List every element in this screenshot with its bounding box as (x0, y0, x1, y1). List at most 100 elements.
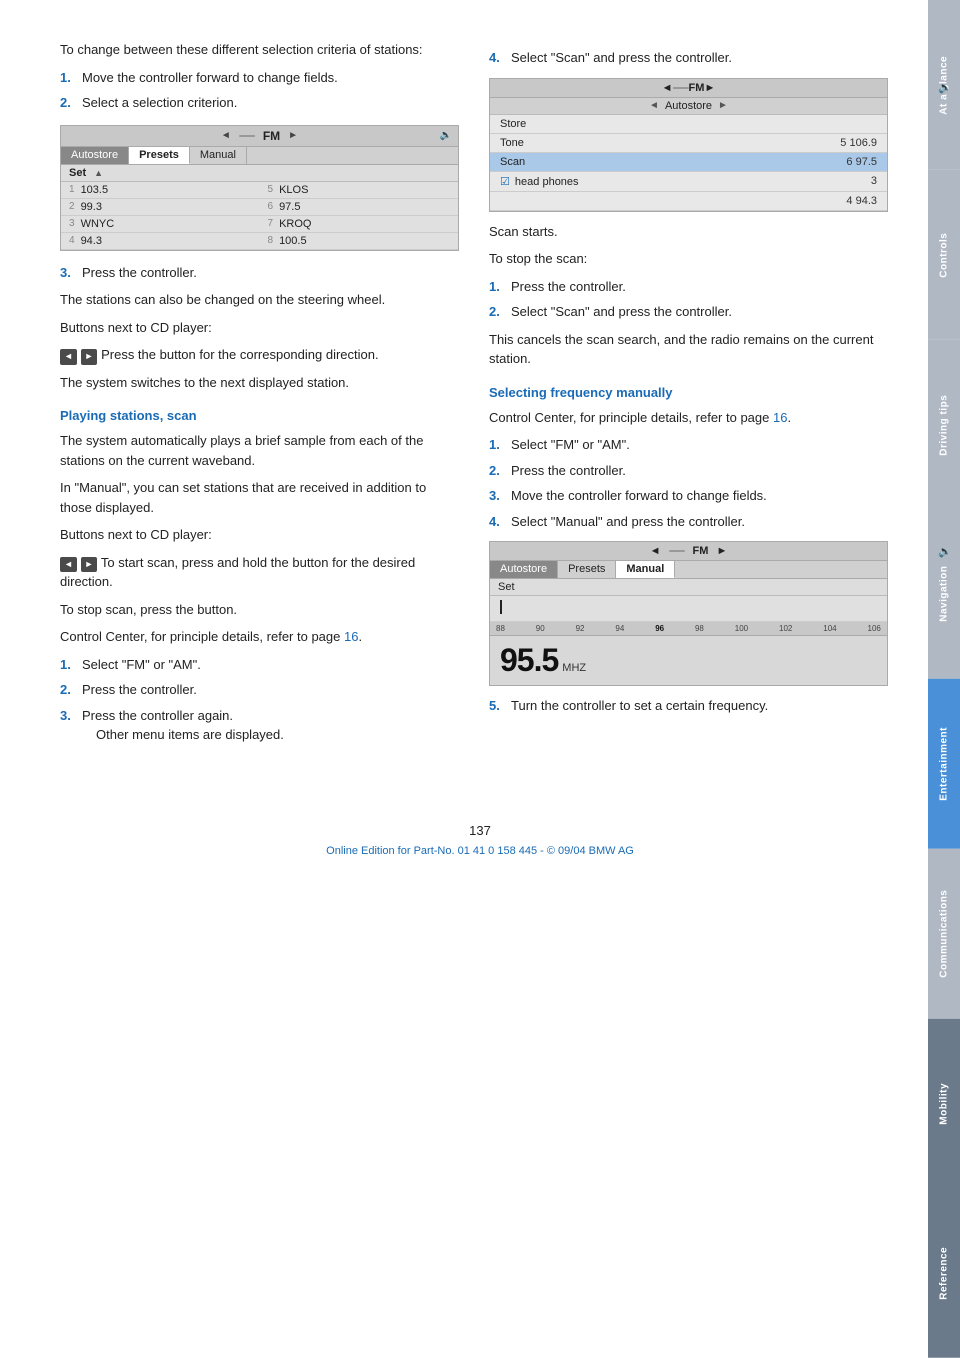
arrow-left-btn-icon: ◄ (60, 349, 77, 365)
manual-step-3-text: Move the controller forward to change fi… (511, 486, 888, 506)
manual-ui: ◄ FM ► 🔈 Autostore Presets Manual Set 88… (489, 541, 888, 686)
stop-step-2: 2. Select "Scan" and press the controlle… (489, 302, 888, 322)
tab-manual[interactable]: Manual (190, 147, 247, 164)
preset-8: 8 100.5 (260, 233, 459, 250)
sidebar-item-mobility[interactable]: Mobility (928, 1019, 960, 1189)
freq-90: 90 (536, 624, 545, 633)
manual-set-row: Set (490, 579, 887, 596)
sidebar-item-communications[interactable]: Communications (928, 849, 960, 1019)
radio-ui-presets: ◄ FM ► 🔈 Autostore Presets Manual Set ▲ … (60, 125, 459, 251)
manual-step-2: 2. Press the controller. (489, 461, 888, 481)
scan-step-1-text: Select "FM" or "AM". (82, 655, 459, 675)
manual-tab-autostore[interactable]: Autostore (490, 561, 558, 578)
preset-3-label: WNYC (81, 218, 115, 230)
manual-step-4-text: Select "Manual" and press the controller… (511, 512, 888, 532)
freq-104: 104 (823, 624, 836, 633)
sidebar-item-controls[interactable]: Controls (928, 170, 960, 340)
preset-5-num: 5 (268, 184, 274, 195)
page-ref-16-right[interactable]: 16 (773, 410, 787, 425)
manual-step-4: 4. Select "Manual" and press the control… (489, 512, 888, 532)
store-label: Store (500, 118, 526, 130)
right-step-4-group: 4. Select "Scan" and press the controlle… (489, 48, 888, 68)
step-1: 1. Move the controller forward to change… (60, 68, 459, 88)
scan-step-3-text: Press the controller again.Other menu it… (82, 706, 459, 745)
step-3-num: 3. (60, 263, 76, 283)
arrow-right-btn-icon: ► (81, 349, 98, 365)
sidebar-item-reference[interactable]: Reference (928, 1188, 960, 1358)
left-column: To change between these different select… (60, 40, 459, 753)
scan-control-center: Control Center, for principle details, r… (60, 627, 459, 647)
manual-intro: Control Center, for principle details, r… (489, 408, 888, 428)
header-band-indicator (239, 135, 255, 137)
manual-header-fm: FM (693, 545, 709, 557)
tab-presets[interactable]: Presets (129, 147, 190, 164)
tab-autostore[interactable]: Autostore (61, 147, 129, 164)
big-freq-unit: MHZ (562, 662, 586, 674)
last-value: 4 94.3 (846, 195, 877, 207)
stop-step-2-text: Select "Scan" and press the controller. (511, 302, 888, 322)
right-step-4: 4. Select "Scan" and press the controlle… (489, 48, 888, 68)
preset-2-label: 99.3 (81, 201, 102, 213)
scan-header-right-icon: ► (704, 82, 715, 94)
scan-menu-scan: Scan 6 97.5 (490, 153, 887, 172)
set-label: Set (69, 167, 86, 179)
section-heading-scan: Playing stations, scan (60, 408, 459, 423)
sidebar-item-entertainment[interactable]: Entertainment (928, 679, 960, 849)
sidebar-item-navigation[interactable]: Navigation (928, 509, 960, 679)
preset-5-label: KLOS (279, 184, 308, 196)
scan-right-btn-icon: ► (81, 557, 98, 573)
preset-1: 1 103.5 (61, 182, 260, 199)
scan-ui-header: ◄ FM ► 🔈 (490, 79, 887, 98)
step-3-group: 3. Press the controller. (60, 263, 459, 283)
preset-5: 5 KLOS (260, 182, 459, 199)
radio-tabs: Autostore Presets Manual (61, 147, 458, 165)
freq-98: 98 (695, 624, 704, 633)
check-icon: ☑ (500, 176, 510, 188)
intro-text: To change between these different select… (60, 40, 459, 60)
manual-step-3: 3. Move the controller forward to change… (489, 486, 888, 506)
manual-steps: 1. Select "FM" or "AM". 2. Press the con… (489, 435, 888, 531)
scan-buttons-label: Buttons next to CD player: (60, 525, 459, 545)
manual-input-row (490, 596, 887, 622)
header-arrow-right-icon: ► (288, 130, 298, 141)
freq-scale-row: 88 90 92 94 96 98 100 102 104 106 (490, 622, 887, 636)
autostore-left-icon: ◄ (649, 100, 659, 111)
steps-1-2: 1. Move the controller forward to change… (60, 68, 459, 113)
stop-step-1-num: 1. (489, 277, 505, 297)
preset-1-num: 1 (69, 184, 75, 195)
scan-left-btn-icon: ◄ (60, 557, 77, 573)
header-fm-label: FM (263, 129, 280, 143)
scan-header-band (673, 87, 689, 89)
manual-header-left-icon: ◄ (650, 545, 661, 557)
step-3: 3. Press the controller. (60, 263, 459, 283)
preset-2: 2 99.3 (61, 199, 260, 216)
main-content: To change between these different select… (0, 0, 928, 793)
manual-input-cursor (498, 600, 502, 617)
manual-step-4-num: 4. (489, 512, 505, 532)
buttons-switch-text: The system switches to the next displaye… (60, 373, 459, 393)
scan-ui: ◄ FM ► 🔈 ◄ Autostore ► Store Tone 5 106.… (489, 78, 888, 212)
scan-header-fm: FM (689, 82, 705, 94)
autostore-right-icon: ► (718, 100, 728, 111)
preset-3: 3 WNYC (61, 216, 260, 233)
manual-ui-header: ◄ FM ► 🔈 (490, 542, 887, 561)
step-2-num: 2. (60, 93, 76, 113)
scan-intro: The system automatically plays a brief s… (60, 431, 459, 470)
manual-tab-manual[interactable]: Manual (616, 561, 675, 578)
scan-step-3: 3. Press the controller again.Other menu… (60, 706, 459, 745)
preset-7-num: 7 (268, 218, 274, 229)
stop-step-1-text: Press the controller. (511, 277, 888, 297)
preset-8-num: 8 (268, 235, 274, 246)
page-ref-16-left[interactable]: 16 (344, 629, 358, 644)
manual-step-1-text: Select "FM" or "AM". (511, 435, 888, 455)
buttons-cd-label: Buttons next to CD player: (60, 318, 459, 338)
freq-92: 92 (576, 624, 585, 633)
scan-header-speaker-icon: 🔈 (938, 81, 952, 94)
preset-6: 6 97.5 (260, 199, 459, 216)
freq-102: 102 (779, 624, 792, 633)
sidebar-item-driving-tips[interactable]: Driving tips (928, 340, 960, 510)
manual-tab-presets[interactable]: Presets (558, 561, 616, 578)
scan-menu: Store Tone 5 106.9 Scan 6 97.5 ☑ head ph… (490, 115, 887, 211)
steer-text: The stations can also be changed on the … (60, 290, 459, 310)
scan-icon-row: ◄ ► To start scan, press and hold the bu… (60, 553, 459, 592)
